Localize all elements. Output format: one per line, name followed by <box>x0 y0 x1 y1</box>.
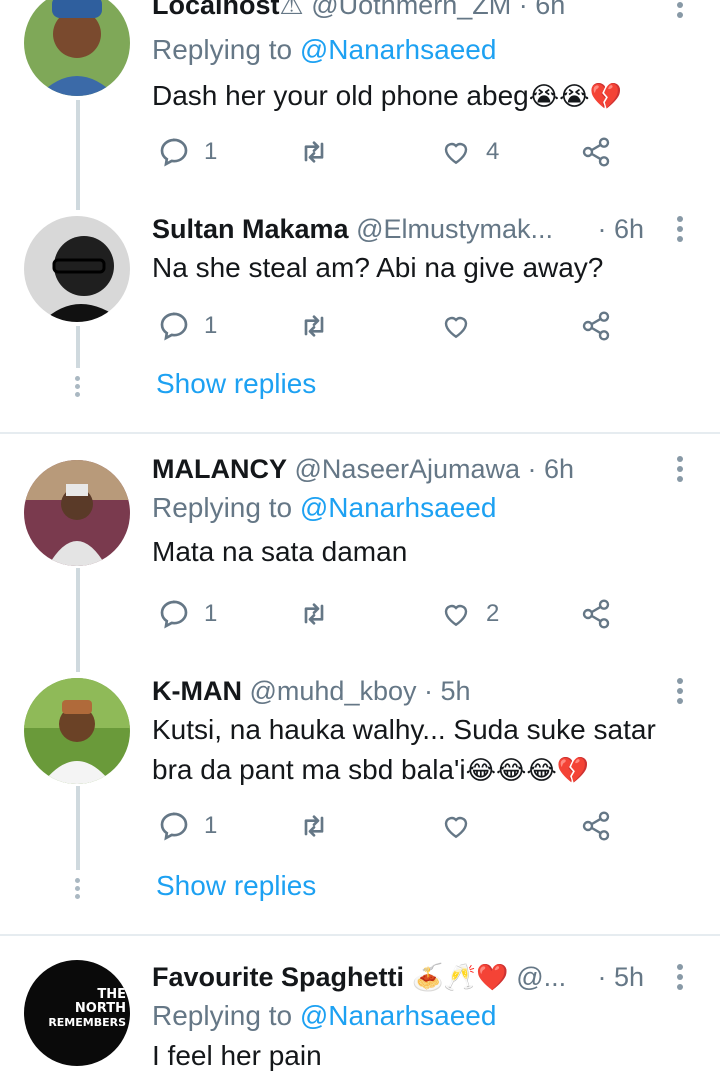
thread-dots <box>75 376 81 400</box>
reply-button[interactable]: 1 <box>158 132 217 172</box>
mention-link[interactable]: @Nanarhsaeed <box>300 34 497 65</box>
replying-to: Replying to @Nanarhsaeed <box>152 30 690 70</box>
divider <box>0 432 720 434</box>
retweet-icon <box>304 315 324 337</box>
retweet-icon <box>304 603 324 625</box>
tweet-text-body: Dash her your old phone abeg <box>152 80 529 111</box>
tweet-text: Dash her your old phone abeg😭😭💔 <box>152 76 690 117</box>
reply-button[interactable]: 1 <box>158 806 217 846</box>
like-button[interactable]: 2 <box>440 594 499 634</box>
share-button[interactable] <box>580 132 612 172</box>
mention-link[interactable]: @Nanarhsaeed <box>300 492 497 523</box>
replying-to-label: Replying to <box>152 34 293 65</box>
share-button[interactable] <box>580 806 612 846</box>
share-icon <box>582 811 610 841</box>
replying-to-label: Replying to <box>152 492 293 523</box>
name-badge: ⚠ <box>279 0 304 20</box>
handle[interactable]: @Elmustymak... <box>356 214 553 244</box>
tweet-text: Mata na sata daman <box>152 536 408 567</box>
retweet-button[interactable] <box>298 806 344 846</box>
show-replies-link[interactable]: Show replies <box>156 368 316 400</box>
avatar-logo: THE NORTH REMEMBERS <box>48 988 126 1030</box>
like-icon <box>444 816 468 839</box>
retweet-icon <box>304 815 324 837</box>
like-button[interactable]: 4 <box>440 132 499 172</box>
tweet-text-body: bra da pant ma sbd bala'i <box>152 754 466 785</box>
tweet-text: I feel her pain <box>152 1040 322 1071</box>
thread-line <box>76 100 80 210</box>
display-name[interactable]: Localhost <box>152 0 280 20</box>
reply-count: 1 <box>204 812 218 839</box>
share-icon <box>582 137 610 167</box>
reply-count: 1 <box>204 138 218 165</box>
more-icon[interactable] <box>670 674 690 708</box>
timestamp[interactable]: · 6h <box>528 454 575 484</box>
display-name[interactable]: Sultan Makama <box>152 214 349 244</box>
tweet-text: Na she steal am? Abi na give away? <box>152 252 604 283</box>
avatar[interactable] <box>24 0 130 96</box>
replying-to: Replying to @Nanarhsaeed <box>152 996 690 1036</box>
share-button[interactable] <box>580 306 612 346</box>
display-name[interactable]: MALANCY <box>152 454 287 484</box>
share-icon <box>582 599 610 629</box>
avatar-logo-line-2: NORTH <box>74 1001 126 1016</box>
reply-button[interactable]: 1 <box>158 306 217 346</box>
timestamp[interactable]: · 5h <box>597 960 644 994</box>
avatar[interactable] <box>24 460 130 566</box>
mention-link[interactable]: @Nanarhsaeed <box>300 1000 497 1031</box>
share-icon <box>582 311 610 341</box>
retweet-icon <box>304 141 324 163</box>
name-emojis: 🍝🥂❤️ <box>411 963 509 993</box>
thread-dots <box>75 878 81 902</box>
avatar[interactable] <box>24 216 130 322</box>
replying-to-label: Replying to <box>152 1000 293 1031</box>
retweet-button[interactable] <box>298 132 344 172</box>
tweet-text-line-1: Kutsi, na hauka walhy... Suda suke satar <box>152 714 656 745</box>
replying-to: Replying to @Nanarhsaeed <box>152 488 690 528</box>
retweet-button[interactable] <box>298 306 344 346</box>
divider <box>0 934 720 936</box>
share-button[interactable] <box>580 594 612 634</box>
avatar-logo-line-3: REMEMBERS <box>48 1016 126 1029</box>
handle[interactable]: @NaseerAjumawa <box>295 454 521 484</box>
handle[interactable]: @... <box>516 962 566 992</box>
more-icon[interactable] <box>670 960 690 994</box>
more-icon[interactable] <box>670 0 690 22</box>
thread-line <box>76 568 80 672</box>
reply-icon <box>160 312 188 341</box>
reply-icon <box>160 812 188 841</box>
display-name[interactable]: K-MAN <box>152 676 242 706</box>
like-icon <box>444 604 468 627</box>
timestamp[interactable]: · 6h <box>597 212 644 246</box>
tweet-emojis: 😭😭💔 <box>528 82 622 112</box>
tweet-text-line-2: bra da pant ma sbd bala'i😂😂😂💔 <box>152 750 690 791</box>
thread-line <box>76 326 80 368</box>
thread-line <box>76 786 80 870</box>
like-icon <box>444 142 468 165</box>
avatar[interactable] <box>24 678 130 784</box>
reply-icon <box>160 600 188 629</box>
avatar-logo-line-1: THE <box>97 987 126 1002</box>
like-icon <box>444 316 468 339</box>
like-count: 4 <box>486 138 500 165</box>
like-button[interactable] <box>440 806 486 846</box>
reply-icon <box>160 138 188 167</box>
timestamp[interactable]: · 6h <box>519 0 566 20</box>
more-icon[interactable] <box>670 212 690 246</box>
show-replies-link[interactable]: Show replies <box>156 870 316 902</box>
more-icon[interactable] <box>670 452 690 486</box>
handle[interactable]: @Uothmern_ZM <box>311 0 511 20</box>
handle[interactable]: @muhd_kboy <box>250 676 417 706</box>
avatar[interactable]: THE NORTH REMEMBERS <box>24 960 130 1066</box>
reply-count: 1 <box>204 312 218 339</box>
like-count: 2 <box>486 600 500 627</box>
timestamp[interactable]: · 5h <box>424 676 471 706</box>
tweet-emojis: 😂😂😂💔 <box>465 756 590 786</box>
reply-button[interactable]: 1 <box>158 594 217 634</box>
reply-count: 1 <box>204 600 218 627</box>
display-name[interactable]: Favourite Spaghetti <box>152 962 404 992</box>
like-button[interactable] <box>440 306 486 346</box>
retweet-button[interactable] <box>298 594 344 634</box>
